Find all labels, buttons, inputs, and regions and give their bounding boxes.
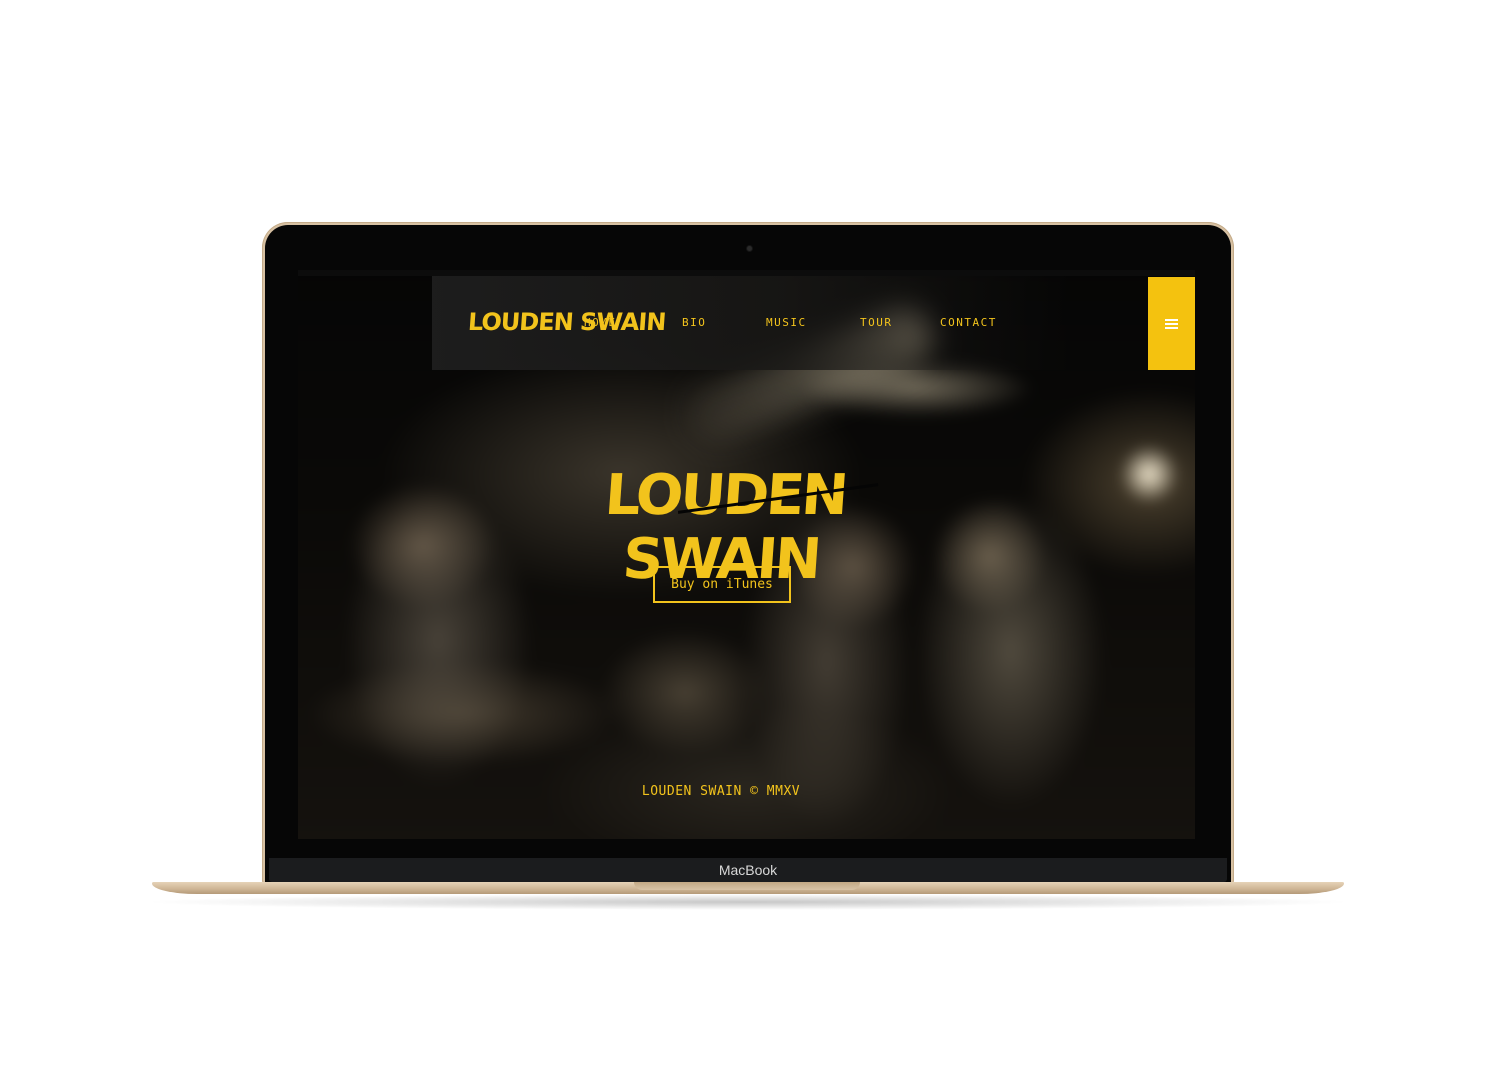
mockup-stage: MacBook LOUDEN SWAIN HOME BIO MUSIC TOUR… bbox=[0, 0, 1492, 1080]
laptop-shadow bbox=[140, 894, 1356, 910]
laptop-chin: MacBook bbox=[269, 858, 1227, 882]
buy-on-itunes-button[interactable]: Buy on iTunes bbox=[653, 566, 791, 603]
header-logo[interactable]: LOUDEN SWAIN bbox=[467, 308, 666, 336]
website-screen: LOUDEN SWAIN HOME BIO MUSIC TOUR CONTACT… bbox=[298, 276, 1195, 839]
footer-copyright: LOUDEN SWAIN © MMXV bbox=[641, 784, 801, 799]
device-label: MacBook bbox=[718, 862, 778, 878]
nav-link-bio[interactable]: BIO bbox=[682, 316, 706, 329]
nav-link-tour[interactable]: TOUR bbox=[860, 316, 893, 329]
site-header: LOUDEN SWAIN HOME BIO MUSIC TOUR CONTACT bbox=[432, 276, 1072, 370]
laptop-base-notch bbox=[634, 882, 860, 890]
nav-link-contact[interactable]: CONTACT bbox=[940, 316, 997, 329]
menu-button[interactable] bbox=[1148, 277, 1195, 370]
nav-link-music[interactable]: MUSIC bbox=[766, 316, 807, 329]
nav-link-home[interactable]: HOME bbox=[584, 316, 617, 329]
camera-icon bbox=[747, 246, 752, 251]
